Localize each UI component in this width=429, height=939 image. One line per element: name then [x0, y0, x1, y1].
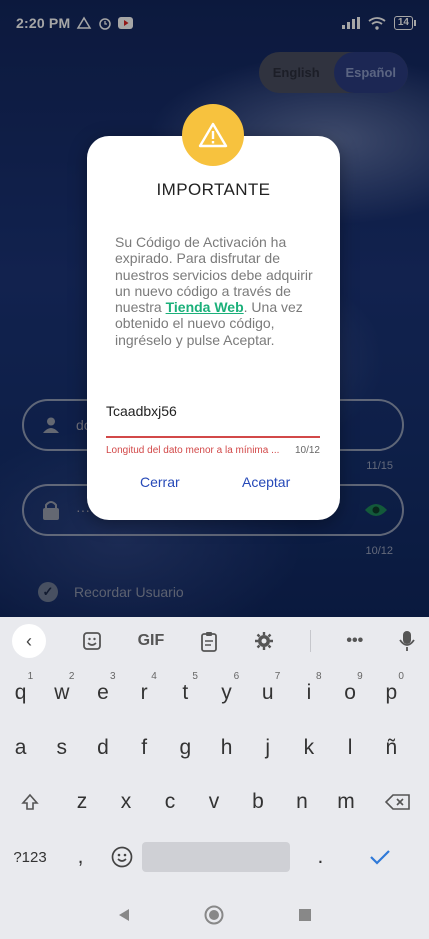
- emoji-icon: [111, 846, 133, 868]
- key-j[interactable]: j: [247, 720, 288, 776]
- keyboard-row-1: q1w2e3r4t5y6u7i8o9p0: [0, 665, 429, 721]
- symbols-key[interactable]: ?123: [0, 829, 60, 885]
- key-d[interactable]: d: [82, 720, 123, 776]
- key-g[interactable]: g: [165, 720, 206, 776]
- keyboard-row-2: asdfghjklñ: [0, 720, 429, 776]
- activation-code-input[interactable]: Tcaadbxj56: [106, 401, 320, 438]
- navigation-bar: [0, 890, 429, 939]
- back-icon[interactable]: ‹: [12, 624, 46, 658]
- key-w[interactable]: w2: [41, 665, 82, 721]
- key-r[interactable]: r4: [124, 665, 165, 721]
- recents-icon[interactable]: [298, 908, 312, 922]
- key-n[interactable]: n: [280, 774, 324, 830]
- home-icon[interactable]: [204, 905, 224, 925]
- gif-button[interactable]: GIF: [138, 632, 165, 650]
- emoji-key[interactable]: [101, 829, 142, 885]
- key-e[interactable]: e3: [82, 665, 123, 721]
- warning-badge: [182, 104, 244, 166]
- code-counter: 10/12: [294, 445, 320, 456]
- keyboard-row-3: zxcvbnm: [0, 774, 429, 830]
- key-v[interactable]: v: [192, 774, 236, 830]
- comma-key[interactable]: ,: [60, 829, 101, 885]
- sticker-icon[interactable]: [82, 631, 102, 651]
- close-button[interactable]: Cerrar: [140, 474, 180, 490]
- key-q[interactable]: q1: [0, 665, 41, 721]
- dialog-message: Su Código de Activación ha expirado. Par…: [115, 234, 313, 348]
- key-y[interactable]: y6: [206, 665, 247, 721]
- shift-key[interactable]: [0, 774, 60, 830]
- key-o[interactable]: o9: [330, 665, 371, 721]
- activation-dialog: IMPORTANTE Su Código de Activación ha ex…: [87, 136, 340, 520]
- key-k[interactable]: k: [288, 720, 329, 776]
- key-l[interactable]: l: [330, 720, 371, 776]
- key-ñ[interactable]: ñ: [371, 720, 412, 776]
- key-x[interactable]: x: [104, 774, 148, 830]
- key-h[interactable]: h: [206, 720, 247, 776]
- keyboard: ‹ GIF ••• q1w2e3r4t5y6u7i8o9p0 asdfghjkl…: [0, 617, 429, 890]
- accept-button[interactable]: Aceptar: [242, 474, 290, 490]
- key-s[interactable]: s: [41, 720, 82, 776]
- key-b[interactable]: b: [236, 774, 280, 830]
- shift-icon: [21, 793, 39, 810]
- store-link[interactable]: Tienda Web: [166, 299, 244, 315]
- key-a[interactable]: a: [0, 720, 41, 776]
- dialog-title: IMPORTANTE: [156, 180, 271, 199]
- done-key[interactable]: [350, 829, 410, 885]
- error-message: Longitud del dato menor a la mínima ...: [106, 445, 280, 456]
- key-p[interactable]: p0: [371, 665, 412, 721]
- space-bar[interactable]: [142, 842, 291, 872]
- key-t[interactable]: t5: [165, 665, 206, 721]
- code-error: Longitud del dato menor a la mínima ... …: [106, 445, 320, 456]
- gear-icon[interactable]: [254, 631, 274, 651]
- more-icon[interactable]: •••: [346, 632, 363, 650]
- toolbar-divider: [309, 630, 311, 652]
- keyboard-toolbar: ‹ GIF •••: [0, 617, 429, 665]
- backspace-icon: [385, 794, 410, 810]
- mic-icon[interactable]: [399, 630, 415, 652]
- key-z[interactable]: z: [60, 774, 104, 830]
- backspace-key[interactable]: [368, 774, 428, 830]
- warning-icon: [198, 122, 228, 148]
- period-key[interactable]: .: [290, 829, 350, 885]
- key-u[interactable]: u7: [247, 665, 288, 721]
- key-f[interactable]: f: [124, 720, 165, 776]
- clipboard-icon[interactable]: [200, 631, 218, 652]
- key-c[interactable]: c: [148, 774, 192, 830]
- checkmark-icon: [370, 850, 391, 865]
- key-i[interactable]: i8: [288, 665, 329, 721]
- back-nav-icon[interactable]: [117, 908, 131, 922]
- key-m[interactable]: m: [324, 774, 368, 830]
- keyboard-row-4: ?123 , .: [0, 829, 429, 885]
